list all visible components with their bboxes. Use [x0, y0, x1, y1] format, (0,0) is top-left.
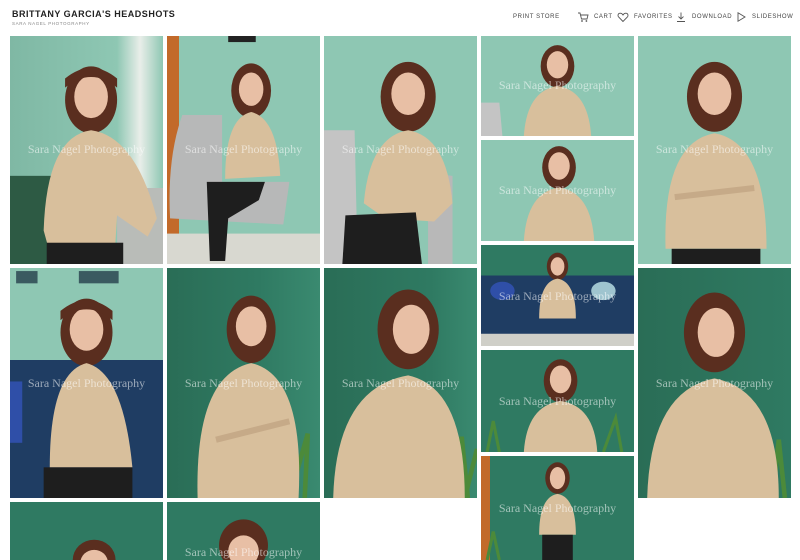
watermark: Sara Nagel Photography — [184, 376, 303, 390]
gallery-header: BRITTANY GARCIA'S HEADSHOTS SARA NAGEL P… — [0, 0, 800, 34]
cart-label: CART — [594, 14, 613, 20]
gallery-photo[interactable]: Sara Nagel Photography — [481, 36, 634, 136]
heart-icon — [617, 11, 629, 23]
download-label: DOWNLOAD — [692, 14, 733, 20]
watermark: Sara Nagel Photography — [498, 183, 617, 197]
download-link[interactable]: DOWNLOAD — [675, 10, 732, 24]
play-icon — [735, 11, 747, 23]
gallery-photo[interactable]: Sara Nagel Photography — [324, 36, 477, 264]
gallery-photo[interactable]: Sara Nagel Photography — [481, 350, 634, 452]
gallery-photo[interactable]: Sara Nagel Photography — [10, 36, 163, 264]
download-icon — [675, 11, 687, 23]
gallery-photo[interactable]: Sara Nagel Photography — [481, 140, 634, 241]
gallery-photo[interactable]: Sara Nagel Photography — [638, 36, 791, 264]
gallery-title: BRITTANY GARCIA'S HEADSHOTS — [12, 9, 176, 19]
watermark: Sara Nagel Photography — [498, 501, 617, 515]
favorites-label: FAVORITES — [634, 14, 673, 20]
gallery-photo[interactable]: Sara Nagel Photography — [481, 456, 634, 560]
gallery-photo[interactable]: Sara Nagel Photography — [167, 502, 320, 560]
watermark: Sara Nagel Photography — [655, 376, 774, 390]
watermark: Sara Nagel Photography — [655, 142, 774, 156]
cart-link[interactable]: CART — [577, 10, 613, 24]
gallery-photo[interactable] — [10, 502, 163, 560]
gallery-photo[interactable]: Sara Nagel Photography — [167, 36, 320, 264]
slideshow-link[interactable]: SLIDESHOW — [735, 10, 793, 24]
print-store-link[interactable]: PRINT STORE — [513, 10, 560, 24]
watermark: Sara Nagel Photography — [341, 376, 460, 390]
watermark: Sara Nagel Photography — [27, 142, 146, 156]
gallery-photo[interactable]: Sara Nagel Photography — [481, 245, 634, 346]
watermark: Sara Nagel Photography — [498, 394, 617, 408]
cart-icon — [577, 11, 589, 23]
gallery-photo[interactable]: Sara Nagel Photography — [10, 268, 163, 498]
watermark: Sara Nagel Photography — [341, 142, 460, 156]
gallery-photo[interactable]: Sara Nagel Photography — [324, 268, 477, 498]
gallery-photo[interactable]: Sara Nagel Photography — [167, 268, 320, 498]
watermark: Sara Nagel Photography — [27, 376, 146, 390]
photographer-name: SARA NAGEL PHOTOGRAPHY — [12, 21, 90, 26]
slideshow-label: SLIDESHOW — [752, 14, 794, 20]
gallery-photo[interactable]: Sara Nagel Photography — [638, 268, 791, 498]
watermark: Sara Nagel Photography — [184, 545, 303, 559]
watermark: Sara Nagel Photography — [498, 289, 617, 303]
print-store-label: PRINT STORE — [513, 14, 560, 20]
watermark: Sara Nagel Photography — [498, 78, 617, 92]
watermark: Sara Nagel Photography — [184, 142, 303, 156]
favorites-link[interactable]: FAVORITES — [617, 10, 673, 24]
